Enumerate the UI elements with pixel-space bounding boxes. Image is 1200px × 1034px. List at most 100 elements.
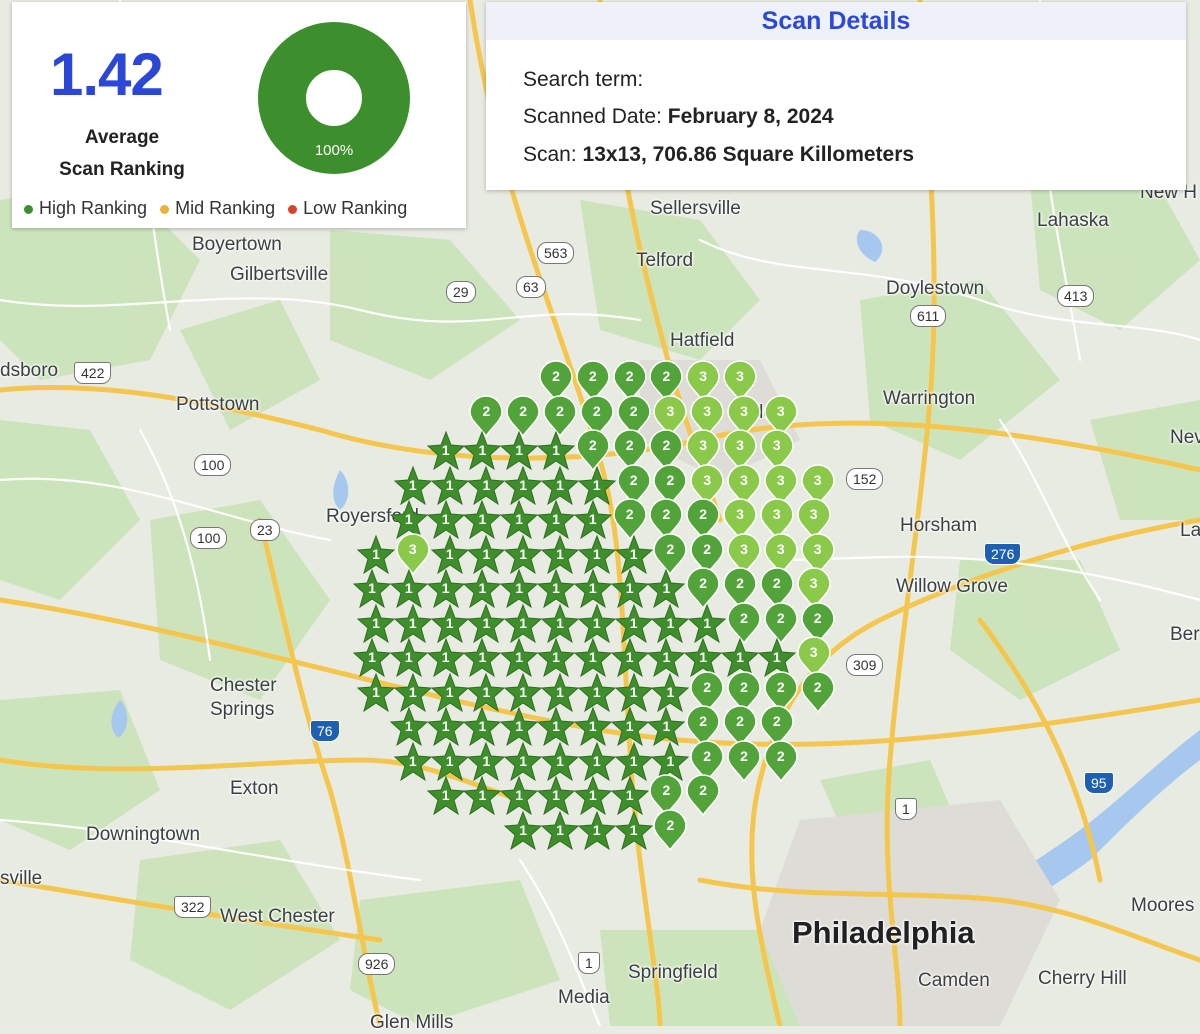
rank-number: 2	[703, 540, 712, 557]
scanned-date-row: Scanned Date: February 8, 2024	[523, 105, 834, 129]
place-label: Camden	[918, 970, 990, 991]
rank-number: 1	[552, 511, 560, 527]
rank-number: 1	[556, 752, 564, 769]
rank-number: 3	[740, 471, 748, 488]
rank-star-marker[interactable]: 1	[577, 810, 616, 852]
rank-number: 1	[588, 787, 597, 803]
rank-number: 2	[699, 782, 708, 798]
rank-number: 2	[629, 402, 638, 419]
rank-number: 2	[666, 816, 675, 833]
scan-details-title: Scan Details	[486, 2, 1186, 40]
rank-number: 2	[662, 437, 671, 453]
rank-number: 2	[625, 368, 634, 384]
rank-number: 1	[515, 511, 524, 527]
rank-number: 1	[515, 718, 524, 734]
scanned-date-label: Scanned Date:	[523, 105, 662, 128]
rank-number: 1	[625, 580, 634, 596]
scan-value: 13x13, 706.86 Square Killometers	[582, 143, 915, 166]
rank-number: 1	[445, 476, 454, 493]
rank-number: 1	[372, 683, 380, 700]
rank-number: 2	[662, 506, 671, 522]
place-label: Sellersville	[650, 198, 741, 219]
rank-pin-marker[interactable]: 2	[651, 808, 689, 852]
rank-number: 1	[372, 545, 380, 562]
rank-star-marker[interactable]: 1	[463, 775, 502, 817]
rank-pin-marker[interactable]: 2	[725, 739, 763, 783]
place-label: Lahaska	[1037, 210, 1109, 231]
route-shield: 100	[194, 454, 232, 476]
rank-number: 1	[441, 718, 450, 734]
place-label: Warrington	[883, 388, 976, 409]
rank-number: 2	[662, 782, 671, 798]
rank-number: 2	[556, 402, 564, 419]
rank-number: 1	[519, 821, 528, 838]
rank-number: 3	[809, 575, 818, 591]
rank-number: 3	[740, 402, 748, 419]
place-label: Media	[558, 987, 610, 1008]
place-label: Doylestown	[886, 278, 985, 299]
rank-number: 3	[699, 368, 708, 384]
rank-number: 1	[441, 442, 450, 458]
legend-item-low: Low Ranking	[288, 198, 407, 219]
rank-number: 3	[809, 644, 818, 660]
rank-number: 3	[408, 540, 417, 557]
rank-number: 1	[482, 614, 491, 631]
rank-number: 3	[740, 540, 748, 557]
rank-number: 1	[519, 614, 528, 631]
rank-number: 3	[699, 437, 708, 453]
rank-number: 1	[772, 649, 781, 665]
place-label: Ber	[1170, 624, 1200, 645]
rank-number: 1	[703, 614, 712, 631]
legend-dot-high	[24, 204, 33, 214]
rank-number: 3	[736, 437, 744, 453]
rank-number: 1	[441, 580, 450, 596]
place-label: Nev	[1170, 427, 1200, 448]
place-label: Gilbertsville	[230, 264, 329, 285]
rank-number: 1	[404, 649, 413, 665]
rank-number: 2	[588, 437, 597, 453]
donut-percent-label: 100%	[314, 142, 354, 159]
rank-number: 2	[625, 506, 634, 522]
rank-number: 1	[515, 580, 524, 596]
place-label: Cherry Hill	[1038, 968, 1127, 989]
rank-number: 1	[515, 787, 524, 803]
rank-number: 2	[776, 678, 785, 695]
rank-number: 1	[478, 649, 487, 665]
scanned-date-value: February 8, 2024	[667, 105, 834, 128]
rank-number: 1	[662, 580, 671, 596]
rank-number: 3	[809, 506, 818, 522]
rank-number: 1	[445, 614, 454, 631]
rank-pin-marker[interactable]: 2	[684, 774, 722, 817]
rank-star-marker[interactable]: 1	[614, 810, 653, 852]
rank-number: 1	[519, 545, 528, 562]
place-label: Chester	[210, 675, 277, 696]
rank-number: 1	[592, 683, 601, 700]
rank-number: 1	[592, 545, 601, 562]
place-label: Springfield	[628, 962, 718, 983]
rank-star-marker[interactable]: 1	[426, 775, 465, 817]
rank-number: 1	[556, 614, 564, 631]
rank-number: 1	[408, 683, 417, 700]
place-label: Springs	[210, 699, 275, 720]
place-label: Exton	[230, 778, 279, 799]
rank-number: 1	[556, 476, 564, 493]
rank-star-marker[interactable]: 1	[503, 810, 543, 852]
route-shield: 563	[537, 242, 575, 264]
rank-pin-marker[interactable]: 2	[762, 739, 800, 783]
rank-number: 2	[699, 506, 708, 522]
rank-number: 2	[699, 575, 708, 591]
rank-number: 1	[482, 752, 491, 769]
place-label: dsboro	[0, 360, 59, 381]
rank-star-marker[interactable]: 1	[540, 810, 580, 852]
rank-number: 1	[368, 649, 376, 665]
rank-number: 3	[666, 402, 675, 419]
rank-number: 2	[552, 368, 560, 384]
rank-number: 1	[482, 683, 491, 700]
legend-item-mid: Mid Ranking	[160, 198, 275, 219]
rank-number: 2	[699, 713, 708, 729]
route-shield: 309	[846, 654, 884, 676]
rank-number: 1	[441, 649, 450, 665]
rank-pin-marker[interactable]: 2	[799, 670, 837, 714]
rank-number: 1	[592, 821, 601, 838]
rank-number: 1	[404, 718, 413, 734]
